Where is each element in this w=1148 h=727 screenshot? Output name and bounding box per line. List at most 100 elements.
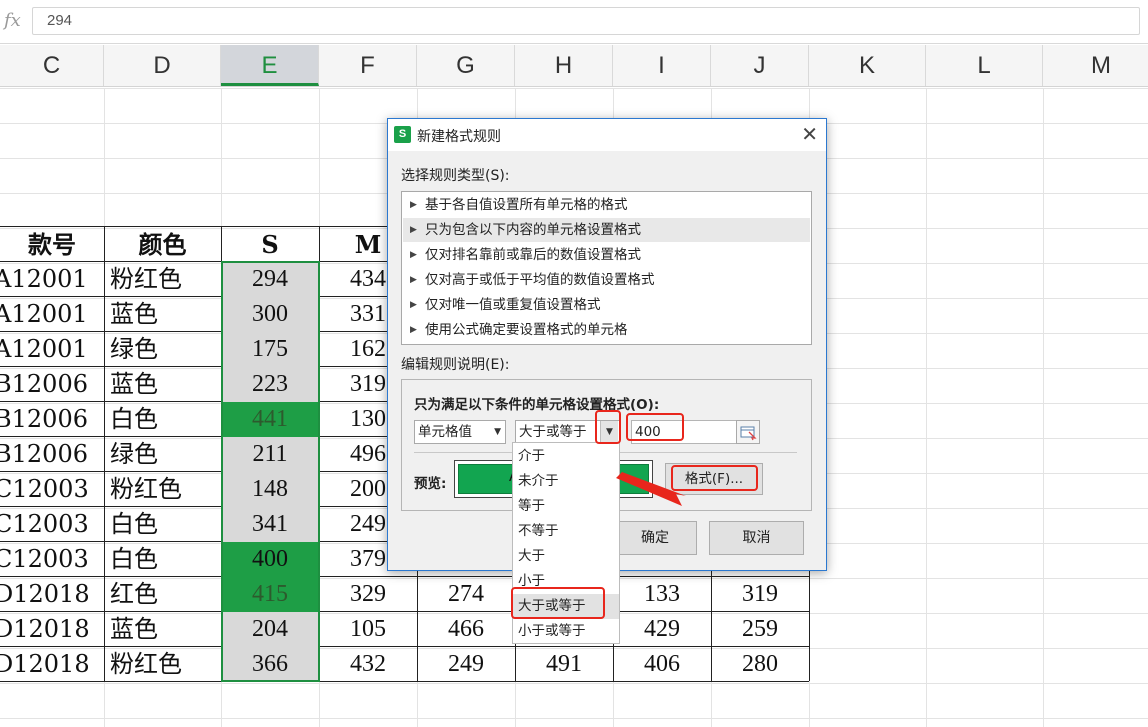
- cell-color[interactable]: 红色: [104, 577, 221, 612]
- cell-style-no[interactable]: A12001: [0, 262, 104, 297]
- triangle-right-icon: ▶: [410, 300, 417, 310]
- cell-j[interactable]: 319: [711, 577, 809, 612]
- cell-color[interactable]: 蓝色: [104, 367, 221, 402]
- header-s[interactable]: S: [221, 227, 319, 262]
- rule-type-item[interactable]: ▶ 仅对排名靠前或靠后的数值设置格式: [403, 243, 810, 267]
- column-header-M[interactable]: M: [1043, 45, 1148, 86]
- cell-color[interactable]: 粉红色: [104, 262, 221, 297]
- cell-style-no[interactable]: D12018: [0, 612, 104, 647]
- rule-type-item[interactable]: ▶ 只为包含以下内容的单元格设置格式: [403, 218, 810, 242]
- cell-style-no[interactable]: B12006: [0, 437, 104, 472]
- cell-style-no[interactable]: C12003: [0, 507, 104, 542]
- cell-color[interactable]: 白色: [104, 542, 221, 577]
- cell-m[interactable]: 329: [319, 577, 417, 612]
- column-header-E[interactable]: E: [221, 45, 319, 86]
- cell-style-no[interactable]: A12001: [0, 297, 104, 332]
- dropdown-item[interactable]: 不等于: [513, 519, 619, 544]
- cell-color[interactable]: 粉红色: [104, 647, 221, 682]
- cell-color[interactable]: 蓝色: [104, 297, 221, 332]
- cell-style-no[interactable]: D12018: [0, 577, 104, 612]
- triangle-right-icon: ▶: [410, 250, 417, 260]
- range-select-icon[interactable]: [736, 420, 760, 444]
- cell-style-no[interactable]: C12003: [0, 472, 104, 507]
- column-header-H[interactable]: H: [515, 45, 613, 86]
- column-header-J[interactable]: J: [711, 45, 809, 86]
- chevron-down-icon: ▼: [494, 427, 501, 437]
- close-icon[interactable]: ✕: [801, 123, 818, 145]
- cell-j[interactable]: 280: [711, 647, 809, 682]
- cell-j[interactable]: 259: [711, 612, 809, 647]
- rule-type-item[interactable]: ▶ 基于各自值设置所有单元格的格式: [403, 193, 810, 217]
- triangle-right-icon: ▶: [410, 325, 417, 335]
- cell-color[interactable]: 白色: [104, 507, 221, 542]
- dropdown-item[interactable]: 等于: [513, 494, 619, 519]
- cell-color[interactable]: 绿色: [104, 437, 221, 472]
- rule-type-item[interactable]: ▶ 仅对唯一值或重复值设置格式: [403, 293, 810, 317]
- annotation-arrow: [616, 472, 686, 506]
- column-header-row: CDEFGHIJKLM: [0, 45, 1148, 87]
- operator-combo-text: 大于或等于: [519, 424, 587, 440]
- formula-input[interactable]: 294: [32, 7, 1140, 35]
- dialog-title: 新建格式规则: [417, 129, 501, 145]
- rule-type-item[interactable]: ▶ 仅对高于或低于平均值的数值设置格式: [403, 268, 810, 292]
- header-style-no[interactable]: 款号: [0, 227, 104, 262]
- header-color[interactable]: 颜色: [104, 227, 221, 262]
- ok-button[interactable]: 确定: [613, 521, 697, 555]
- cell-style-no[interactable]: B12006: [0, 367, 104, 402]
- cell-value-combo[interactable]: 单元格值 ▼: [414, 420, 506, 444]
- grid-line: [0, 718, 1148, 719]
- cell-style-no[interactable]: C12003: [0, 542, 104, 577]
- operator-dropdown-list[interactable]: 介于 未介于 等于 不等于 大于 小于 大于或等于 小于或等于: [512, 442, 620, 644]
- column-header-D[interactable]: D: [104, 45, 221, 86]
- cell-i[interactable]: 406: [613, 647, 711, 682]
- cell-color[interactable]: 绿色: [104, 332, 221, 367]
- condition-heading: 只为满足以下条件的单元格设置格式(O):: [414, 397, 660, 413]
- cell-g[interactable]: 249: [417, 647, 515, 682]
- dialog-titlebar[interactable]: S 新建格式规则 ✕: [388, 119, 826, 151]
- grid-line: [0, 88, 1148, 89]
- grid-line: [1043, 88, 1044, 727]
- cell-i[interactable]: 429: [613, 612, 711, 647]
- column-header-C[interactable]: C: [0, 45, 104, 86]
- dropdown-item[interactable]: 小于或等于: [513, 619, 619, 644]
- cell-color[interactable]: 粉红色: [104, 472, 221, 507]
- function-icon[interactable]: fx: [4, 10, 21, 31]
- column-header-I[interactable]: I: [613, 45, 711, 86]
- rule-type-item[interactable]: ▶ 使用公式确定要设置格式的单元格: [403, 318, 810, 342]
- rule-type-list[interactable]: ▶ 基于各自值设置所有单元格的格式 ▶ 只为包含以下内容的单元格设置格式 ▶ 仅对排名靠前…: [401, 191, 812, 345]
- triangle-right-icon: ▶: [410, 225, 417, 235]
- chevron-down-icon[interactable]: ▼: [600, 421, 618, 443]
- rule-type-label: 只为包含以下内容的单元格设置格式: [425, 222, 641, 238]
- grid-line: [0, 683, 1148, 684]
- rule-type-label: 仅对高于或低于平均值的数值设置格式: [425, 272, 655, 288]
- app-icon: S: [394, 126, 411, 143]
- cell-g[interactable]: 466: [417, 612, 515, 647]
- cell-g[interactable]: 274: [417, 577, 515, 612]
- column-header-L[interactable]: L: [926, 45, 1043, 86]
- cancel-button[interactable]: 取消: [709, 521, 804, 555]
- rule-type-label: 仅对排名靠前或靠后的数值设置格式: [425, 247, 641, 263]
- cell-color[interactable]: 蓝色: [104, 612, 221, 647]
- rule-type-label: 仅对唯一值或重复值设置格式: [425, 297, 601, 313]
- operator-combo[interactable]: 大于或等于 ▼: [515, 420, 620, 444]
- dropdown-item[interactable]: 介于: [513, 444, 619, 469]
- edit-rule-label: 编辑规则说明(E):: [401, 357, 510, 373]
- dropdown-item[interactable]: 未介于: [513, 469, 619, 494]
- dropdown-item[interactable]: 小于: [513, 569, 619, 594]
- cell-m[interactable]: 105: [319, 612, 417, 647]
- rule-type-label: 使用公式确定要设置格式的单元格: [425, 322, 628, 338]
- column-header-K[interactable]: K: [809, 45, 926, 86]
- dropdown-item[interactable]: 大于: [513, 544, 619, 569]
- column-header-F[interactable]: F: [319, 45, 417, 86]
- cell-style-no[interactable]: D12018: [0, 647, 104, 682]
- preview-label: 预览:: [414, 476, 447, 492]
- cell-m[interactable]: 432: [319, 647, 417, 682]
- cell-style-no[interactable]: A12001: [0, 332, 104, 367]
- cell-value-combo-text: 单元格值: [418, 424, 472, 440]
- dropdown-item[interactable]: 大于或等于: [513, 594, 619, 619]
- cell-i[interactable]: 133: [613, 577, 711, 612]
- column-header-G[interactable]: G: [417, 45, 515, 86]
- cell-color[interactable]: 白色: [104, 402, 221, 437]
- cell-style-no[interactable]: B12006: [0, 402, 104, 437]
- cell-h[interactable]: 491: [515, 647, 613, 682]
